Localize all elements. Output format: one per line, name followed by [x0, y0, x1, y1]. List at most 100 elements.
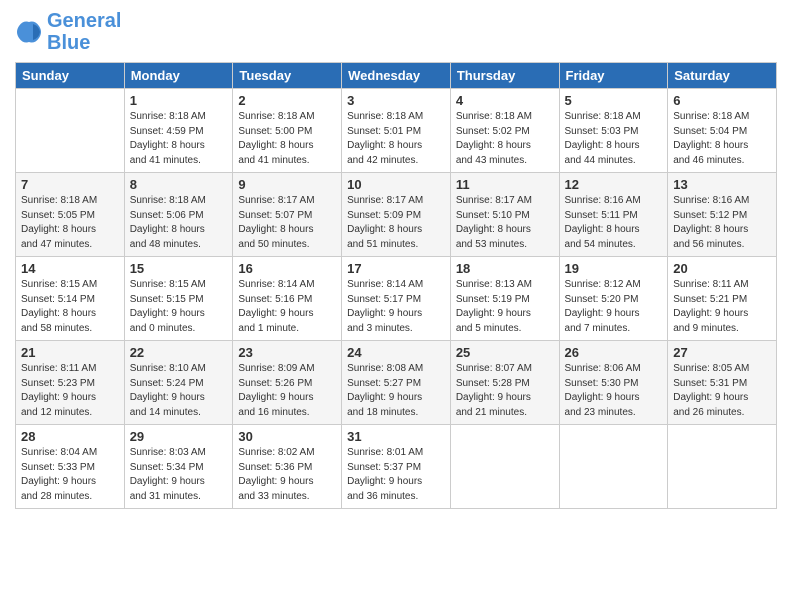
- day-number: 4: [456, 93, 554, 108]
- day-info: Sunrise: 8:11 AMSunset: 5:21 PMDaylight:…: [673, 278, 771, 336]
- weekday-monday: Monday: [124, 63, 233, 89]
- week-row-2: 7 Sunrise: 8:18 AMSunset: 5:05 PMDaylight…: [16, 173, 777, 257]
- day-info: Sunrise: 8:14 AMSunset: 5:16 PMDaylight:…: [238, 278, 336, 336]
- day-cell: [559, 425, 668, 509]
- weekday-sunday: Sunday: [16, 63, 125, 89]
- day-number: 7: [21, 177, 119, 192]
- week-row-1: 1 Sunrise: 8:18 AMSunset: 4:59 PMDaylight…: [16, 89, 777, 173]
- logo-icon: [15, 18, 43, 46]
- day-cell: 16Sunrise: 8:14 AMSunset: 5:16 PMDayligh…: [233, 257, 342, 341]
- day-number: 18: [456, 261, 554, 276]
- day-cell: 17 Sunrise: 8:14 AMSunset: 5:17 PMDayligh…: [342, 257, 451, 341]
- day-number: 3: [347, 93, 445, 108]
- day-cell: 26 Sunrise: 8:06 AMSunset: 5:30 PMDayligh…: [559, 341, 668, 425]
- day-info: Sunrise: 8:14 AMSunset: 5:17 PMDaylight:…: [347, 278, 445, 336]
- day-cell: 29 Sunrise: 8:03 AMSunset: 5:34 PMDayligh…: [124, 425, 233, 509]
- day-cell: 13Sunrise: 8:16 AMSunset: 5:12 PMDayligh…: [668, 173, 777, 257]
- weekday-header-row: SundayMondayTuesdayWednesdayThursdayFrid…: [16, 63, 777, 89]
- day-cell: 11 Sunrise: 8:17 AMSunset: 5:10 PMDayligh…: [450, 173, 559, 257]
- page: General Blue SundayMondayTuesdayWednesda…: [0, 0, 792, 612]
- day-cell: [16, 89, 125, 173]
- day-cell: 9 Sunrise: 8:17 AMSunset: 5:07 PMDaylight…: [233, 173, 342, 257]
- day-info: Sunrise: 8:18 AMSunset: 5:05 PMDaylight:…: [21, 194, 119, 252]
- day-info: Sunrise: 8:08 AMSunset: 5:27 PMDaylight:…: [347, 362, 445, 420]
- day-info: Sunrise: 8:18 AMSunset: 4:59 PMDaylight:…: [130, 110, 228, 168]
- day-info: Sunrise: 8:13 AMSunset: 5:19 PMDaylight:…: [456, 278, 554, 336]
- day-cell: 8 Sunrise: 8:18 AMSunset: 5:06 PMDaylight…: [124, 173, 233, 257]
- day-info: Sunrise: 8:06 AMSunset: 5:30 PMDaylight:…: [565, 362, 663, 420]
- day-cell: 27 Sunrise: 8:05 AMSunset: 5:31 PMDayligh…: [668, 341, 777, 425]
- day-info: Sunrise: 8:01 AMSunset: 5:37 PMDaylight:…: [347, 446, 445, 504]
- week-row-5: 28Sunrise: 8:04 AMSunset: 5:33 PMDayligh…: [16, 425, 777, 509]
- day-number: 31: [347, 429, 445, 444]
- day-cell: 1 Sunrise: 8:18 AMSunset: 4:59 PMDaylight…: [124, 89, 233, 173]
- calendar-table: SundayMondayTuesdayWednesdayThursdayFrid…: [15, 62, 777, 509]
- day-info: Sunrise: 8:10 AMSunset: 5:24 PMDaylight:…: [130, 362, 228, 420]
- weekday-tuesday: Tuesday: [233, 63, 342, 89]
- day-number: 26: [565, 345, 663, 360]
- day-number: 28: [21, 429, 119, 444]
- day-info: Sunrise: 8:18 AMSunset: 5:01 PMDaylight:…: [347, 110, 445, 168]
- day-cell: 2 Sunrise: 8:18 AMSunset: 5:00 PMDaylight…: [233, 89, 342, 173]
- day-number: 21: [21, 345, 119, 360]
- day-number: 6: [673, 93, 771, 108]
- day-number: 8: [130, 177, 228, 192]
- day-cell: 22 Sunrise: 8:10 AMSunset: 5:24 PMDayligh…: [124, 341, 233, 425]
- day-number: 2: [238, 93, 336, 108]
- day-info: Sunrise: 8:18 AMSunset: 5:00 PMDaylight:…: [238, 110, 336, 168]
- day-number: 19: [565, 261, 663, 276]
- day-info: Sunrise: 8:18 AMSunset: 5:06 PMDaylight:…: [130, 194, 228, 252]
- day-number: 25: [456, 345, 554, 360]
- header: General Blue: [15, 10, 777, 54]
- day-cell: 5Sunrise: 8:18 AMSunset: 5:03 PMDaylight…: [559, 89, 668, 173]
- weekday-saturday: Saturday: [668, 63, 777, 89]
- day-info: Sunrise: 8:16 AMSunset: 5:11 PMDaylight:…: [565, 194, 663, 252]
- day-cell: 18 Sunrise: 8:13 AMSunset: 5:19 PMDayligh…: [450, 257, 559, 341]
- day-number: 12: [565, 177, 663, 192]
- day-info: Sunrise: 8:17 AMSunset: 5:09 PMDaylight:…: [347, 194, 445, 252]
- day-number: 13: [673, 177, 771, 192]
- logo-text: General Blue: [47, 10, 121, 54]
- day-info: Sunrise: 8:07 AMSunset: 5:28 PMDaylight:…: [456, 362, 554, 420]
- day-cell: 24 Sunrise: 8:08 AMSunset: 5:27 PMDayligh…: [342, 341, 451, 425]
- day-cell: 12 Sunrise: 8:16 AMSunset: 5:11 PMDayligh…: [559, 173, 668, 257]
- day-number: 23: [238, 345, 336, 360]
- day-info: Sunrise: 8:17 AMSunset: 5:10 PMDaylight:…: [456, 194, 554, 252]
- day-cell: 15 Sunrise: 8:15 AMSunset: 5:15 PMDayligh…: [124, 257, 233, 341]
- day-cell: 19 Sunrise: 8:12 AMSunset: 5:20 PMDayligh…: [559, 257, 668, 341]
- day-info: Sunrise: 8:17 AMSunset: 5:07 PMDaylight:…: [238, 194, 336, 252]
- day-cell: 14Sunrise: 8:15 AMSunset: 5:14 PMDayligh…: [16, 257, 125, 341]
- day-number: 20: [673, 261, 771, 276]
- day-cell: 31 Sunrise: 8:01 AMSunset: 5:37 PMDayligh…: [342, 425, 451, 509]
- day-number: 1: [130, 93, 228, 108]
- day-cell: 4Sunrise: 8:18 AMSunset: 5:02 PMDaylight…: [450, 89, 559, 173]
- day-info: Sunrise: 8:18 AMSunset: 5:03 PMDaylight:…: [565, 110, 663, 168]
- day-info: Sunrise: 8:11 AMSunset: 5:23 PMDaylight:…: [21, 362, 119, 420]
- day-number: 29: [130, 429, 228, 444]
- week-row-4: 21 Sunrise: 8:11 AMSunset: 5:23 PMDayligh…: [16, 341, 777, 425]
- day-cell: 23Sunrise: 8:09 AMSunset: 5:26 PMDayligh…: [233, 341, 342, 425]
- day-cell: 25 Sunrise: 8:07 AMSunset: 5:28 PMDayligh…: [450, 341, 559, 425]
- day-cell: 10 Sunrise: 8:17 AMSunset: 5:09 PMDayligh…: [342, 173, 451, 257]
- day-number: 17: [347, 261, 445, 276]
- day-number: 10: [347, 177, 445, 192]
- day-cell: [450, 425, 559, 509]
- day-info: Sunrise: 8:05 AMSunset: 5:31 PMDaylight:…: [673, 362, 771, 420]
- day-number: 24: [347, 345, 445, 360]
- day-cell: 6 Sunrise: 8:18 AMSunset: 5:04 PMDaylight…: [668, 89, 777, 173]
- day-info: Sunrise: 8:18 AMSunset: 5:04 PMDaylight:…: [673, 110, 771, 168]
- weekday-thursday: Thursday: [450, 63, 559, 89]
- day-number: 14: [21, 261, 119, 276]
- day-info: Sunrise: 8:03 AMSunset: 5:34 PMDaylight:…: [130, 446, 228, 504]
- day-number: 27: [673, 345, 771, 360]
- day-number: 22: [130, 345, 228, 360]
- weekday-friday: Friday: [559, 63, 668, 89]
- day-cell: 20 Sunrise: 8:11 AMSunset: 5:21 PMDayligh…: [668, 257, 777, 341]
- day-info: Sunrise: 8:15 AMSunset: 5:15 PMDaylight:…: [130, 278, 228, 336]
- day-number: 15: [130, 261, 228, 276]
- day-number: 11: [456, 177, 554, 192]
- day-info: Sunrise: 8:12 AMSunset: 5:20 PMDaylight:…: [565, 278, 663, 336]
- day-cell: 28Sunrise: 8:04 AMSunset: 5:33 PMDayligh…: [16, 425, 125, 509]
- day-cell: 30Sunrise: 8:02 AMSunset: 5:36 PMDayligh…: [233, 425, 342, 509]
- day-number: 9: [238, 177, 336, 192]
